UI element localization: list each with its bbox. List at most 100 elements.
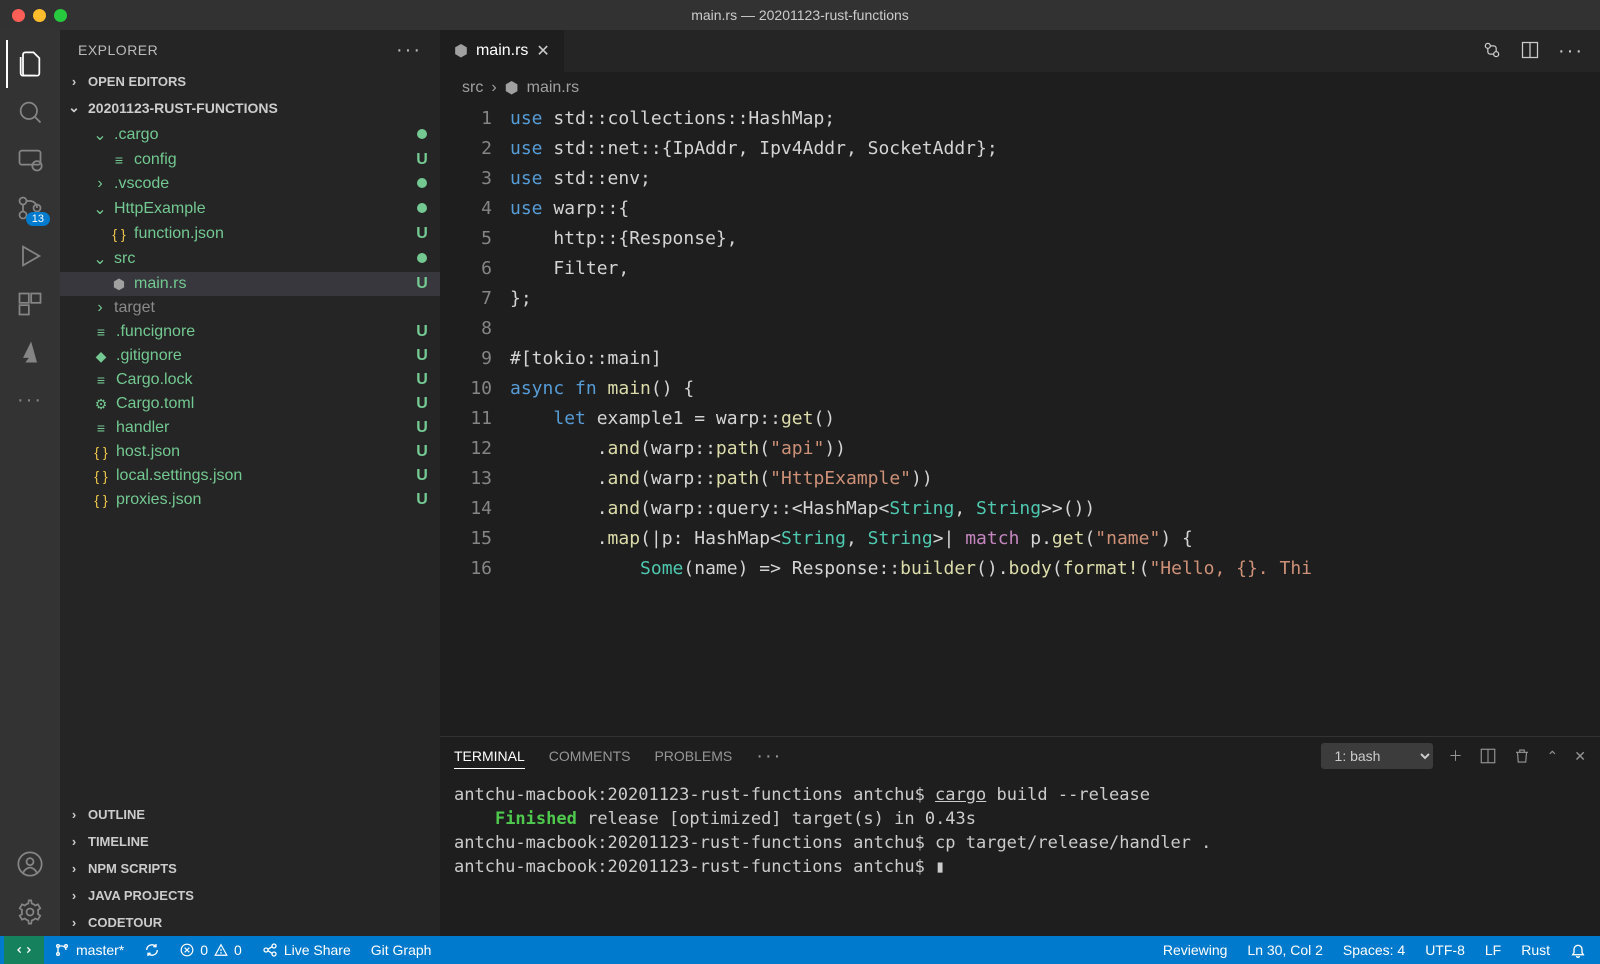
explorer-title: EXPLORER: [78, 42, 158, 58]
open-editors-section[interactable]: › OPEN EDITORS: [60, 70, 440, 93]
editor-tab-main-rs[interactable]: ⬢ main.rs ✕: [440, 30, 565, 72]
compare-changes-icon[interactable]: [1482, 40, 1502, 63]
file-main-rs[interactable]: ⬢main.rsU: [60, 272, 440, 296]
explorer-more-icon[interactable]: ···: [396, 39, 422, 62]
tree-item-label: target: [114, 299, 155, 317]
tree-item-label: host.json: [116, 443, 180, 461]
close-panel-icon[interactable]: ✕: [1574, 748, 1586, 765]
explorer-activity[interactable]: [6, 40, 54, 88]
git-status: U: [410, 275, 434, 293]
azure-activity[interactable]: [6, 328, 54, 376]
eol-button[interactable]: LF: [1475, 936, 1511, 964]
close-tab-icon[interactable]: ✕: [536, 41, 549, 61]
comments-tab[interactable]: COMMENTS: [549, 744, 631, 768]
split-terminal-icon[interactable]: [1479, 747, 1497, 765]
panel-more-icon[interactable]: ···: [756, 745, 782, 768]
problems-button[interactable]: 0 0: [170, 936, 252, 964]
git-status: U: [410, 225, 434, 243]
source-control-activity[interactable]: 13: [6, 184, 54, 232]
run-debug-activity[interactable]: [6, 232, 54, 280]
file-Cargo-lock[interactable]: ≡Cargo.lockU: [60, 368, 440, 392]
chevron-right-icon: ›: [66, 888, 82, 903]
workspace-section[interactable]: ⌄ 20201123-RUST-FUNCTIONS: [60, 93, 440, 122]
language-mode-button[interactable]: Rust: [1511, 936, 1560, 964]
section-timeline[interactable]: ›TIMELINE: [60, 828, 440, 855]
file-handler[interactable]: ≡handlerU: [60, 416, 440, 440]
tree-item-label: config: [134, 151, 177, 169]
git-icon: ◆: [92, 348, 110, 365]
notifications-button[interactable]: [1560, 936, 1596, 964]
git-status: U: [410, 491, 434, 509]
tree-item-label: .gitignore: [116, 347, 182, 365]
extensions-activity[interactable]: [6, 280, 54, 328]
reviewing-status[interactable]: Reviewing: [1153, 936, 1238, 964]
more-activity[interactable]: ···: [6, 376, 54, 424]
folder-HttpExample[interactable]: ⌄HttpExample: [60, 196, 440, 222]
cursor-position[interactable]: Ln 30, Col 2: [1237, 936, 1333, 964]
rust-icon: ⬢: [110, 276, 128, 293]
maximize-panel-icon[interactable]: ⌃: [1547, 748, 1559, 765]
file-proxies-json[interactable]: { }proxies.jsonU: [60, 488, 440, 512]
chevron-right-icon: ›: [491, 79, 496, 97]
section-npm-scripts[interactable]: ›NPM SCRIPTS: [60, 855, 440, 882]
rust-file-icon: ⬢: [505, 78, 519, 98]
section-codetour[interactable]: ›CODETOUR: [60, 909, 440, 936]
remote-explorer-activity[interactable]: [6, 136, 54, 184]
close-window-button[interactable]: [12, 9, 25, 22]
bottom-panel: TERMINAL COMMENTS PROBLEMS ··· 1: bash ＋…: [440, 736, 1600, 936]
titlebar: main.rs — 20201123-rust-functions: [0, 0, 1600, 30]
file-function-json[interactable]: { }function.jsonU: [60, 222, 440, 246]
encoding-button[interactable]: UTF-8: [1415, 936, 1475, 964]
minimize-window-button[interactable]: [33, 9, 46, 22]
accounts-activity[interactable]: [6, 840, 54, 888]
chevron-right-icon: ›: [66, 915, 82, 930]
indentation-button[interactable]: Spaces: 4: [1333, 936, 1415, 964]
tree-item-label: proxies.json: [116, 491, 201, 509]
explorer-sidebar: EXPLORER ··· › OPEN EDITORS ⌄ 20201123-R…: [60, 30, 440, 936]
git-status: U: [410, 467, 434, 485]
git-branch-button[interactable]: master*: [44, 936, 134, 964]
file-Cargo-toml[interactable]: ⚙ Cargo.toml U: [60, 392, 440, 416]
folder--vscode[interactable]: ›.vscode: [60, 172, 440, 196]
file-host-json[interactable]: { }host.jsonU: [60, 440, 440, 464]
json-icon: { }: [110, 226, 128, 242]
file-local-settings-json[interactable]: { }local.settings.jsonU: [60, 464, 440, 488]
git-status: U: [410, 371, 434, 389]
breadcrumb[interactable]: src › ⬢ main.rs: [440, 72, 1600, 104]
terminal-output[interactable]: antchu-macbook:20201123-rust-functions a…: [440, 775, 1600, 936]
section-java-projects[interactable]: ›JAVA PROJECTS: [60, 882, 440, 909]
workspace-label: 20201123-RUST-FUNCTIONS: [88, 100, 278, 116]
editor-more-icon[interactable]: ···: [1558, 40, 1584, 63]
git-status: [410, 175, 434, 193]
search-activity[interactable]: [6, 88, 54, 136]
file--funcignore[interactable]: ≡.funcignoreU: [60, 320, 440, 344]
tree-item-label: local.settings.json: [116, 467, 242, 485]
code-editor[interactable]: 12345678910111213141516 use std::collect…: [440, 104, 1600, 736]
gitgraph-button[interactable]: Git Graph: [361, 936, 442, 964]
liveshare-button[interactable]: Live Share: [252, 936, 361, 964]
section-outline[interactable]: ›OUTLINE: [60, 801, 440, 828]
kill-terminal-icon[interactable]: [1513, 747, 1531, 765]
chevron-down-icon: ⌄: [92, 125, 108, 145]
file--gitignore[interactable]: ◆.gitignoreU: [60, 344, 440, 368]
problems-tab[interactable]: PROBLEMS: [654, 744, 732, 768]
tree-item-label: Cargo.toml: [116, 395, 194, 413]
chevron-right-icon: ›: [66, 861, 82, 876]
split-editor-icon[interactable]: [1520, 40, 1540, 63]
folder--cargo[interactable]: ⌄.cargo: [60, 122, 440, 148]
breadcrumb-file[interactable]: main.rs: [527, 79, 579, 97]
breadcrumb-folder[interactable]: src: [462, 79, 483, 97]
sync-button[interactable]: [134, 936, 170, 964]
new-terminal-icon[interactable]: ＋: [1449, 746, 1463, 766]
git-status: U: [410, 395, 434, 413]
terminal-tab[interactable]: TERMINAL: [454, 744, 525, 769]
terminal-selector[interactable]: 1: bash: [1321, 743, 1433, 769]
folder-target[interactable]: ›target: [60, 296, 440, 320]
maximize-window-button[interactable]: [54, 9, 67, 22]
settings-activity[interactable]: [6, 888, 54, 936]
tree-item-label: .vscode: [114, 175, 169, 193]
remote-button[interactable]: [4, 936, 44, 964]
file-config[interactable]: ≡configU: [60, 148, 440, 172]
folder-src[interactable]: ⌄src: [60, 246, 440, 272]
gear-icon: ⚙: [92, 396, 110, 413]
